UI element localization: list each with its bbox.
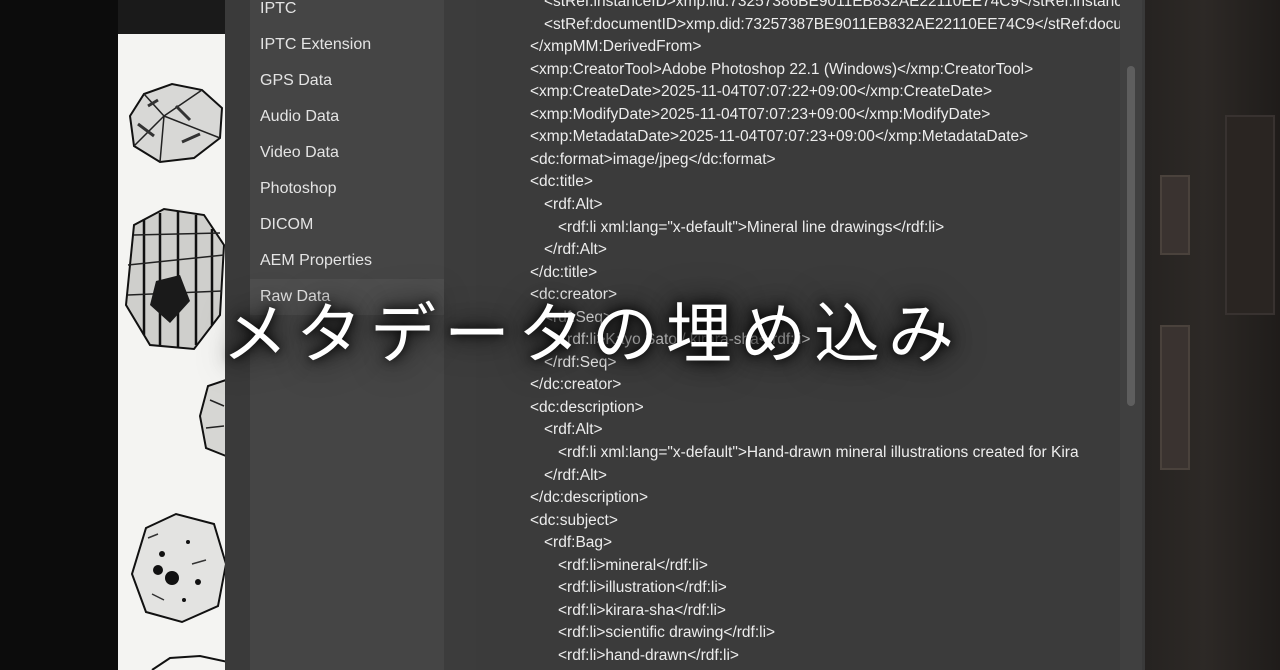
scrollbar-thumb[interactable] <box>1127 66 1135 406</box>
overlay-caption: メタデータの埋め込み <box>222 296 962 373</box>
xml-line: <rdf:li>hand-drawn</rdf:li> <box>558 646 739 664</box>
background-picture-frame <box>1160 175 1190 255</box>
sheet-shadow <box>118 0 230 34</box>
sidebar-item-audio-data[interactable]: Audio Data <box>250 99 444 135</box>
sidebar-item-iptc-extension[interactable]: IPTC Extension <box>250 27 444 63</box>
xml-line: </rdf:Alt> <box>544 241 607 259</box>
xml-line: </dc:title> <box>530 263 598 281</box>
xml-line: <rdf:li>scientific drawing</rdf:li> <box>558 624 776 642</box>
sidebar-item-iptc[interactable]: IPTC <box>250 0 444 27</box>
xml-line: <rdf:li>mineral</rdf:li> <box>558 556 708 574</box>
xml-line: </dc:description> <box>530 489 649 507</box>
xml-line: <stRef:instanceID>xmp.iid:73257386BE9011… <box>544 0 1120 10</box>
mineral-drawing-1 <box>128 82 224 164</box>
mineral-drawing-2 <box>124 207 226 351</box>
sidebar-item-photoshop[interactable]: Photoshop <box>250 171 444 207</box>
xml-line: <dc:subject> <box>530 511 618 529</box>
xml-line: <rdf:li>kirara-sha</rdf:li> <box>558 601 726 619</box>
xml-line: <xmp:MetadataDate>2025-11-04T07:07:23+09… <box>530 128 1029 146</box>
xml-line: <xmp:CreateDate>2025-11-04T07:07:22+09:0… <box>530 83 992 101</box>
xml-line: <xmp:ModifyDate>2025-11-04T07:07:23+09:0… <box>530 105 991 123</box>
xml-line: <rdf:Alt> <box>544 421 603 439</box>
xml-line: </xmpMM:DerivedFrom> <box>530 38 702 56</box>
xml-line: <dc:title> <box>530 173 593 191</box>
background-picture-frame <box>1160 325 1190 470</box>
xml-line: <rdf:li>illustration</rdf:li> <box>558 579 727 597</box>
background-picture-frame <box>1225 115 1275 315</box>
xml-line: <xmp:CreatorTool>Adobe Photoshop 22.1 (W… <box>530 60 1034 78</box>
xml-line: <stRef:documentID>xmp.did:73257387BE9011… <box>544 15 1120 33</box>
sidebar-item-dicom[interactable]: DICOM <box>250 207 444 243</box>
xml-line: <dc:description> <box>530 398 644 416</box>
sidebar-item-aem-properties[interactable]: AEM Properties <box>250 243 444 279</box>
xml-line: <rdf:Alt> <box>544 195 603 213</box>
mineral-drawing-4 <box>130 512 228 624</box>
sidebar-item-video-data[interactable]: Video Data <box>250 135 444 171</box>
sidebar-item-gps-data[interactable]: GPS Data <box>250 63 444 99</box>
xml-line: <rdf:li xml:lang="x-default">Mineral lin… <box>558 218 945 236</box>
xml-line: <rdf:li xml:lang="x-default">Hand-drawn … <box>558 444 1079 461</box>
mineral-drawing-5 <box>151 654 228 670</box>
xml-line: <dc:format>image/jpeg</dc:format> <box>530 150 776 168</box>
xml-line: <rdf:Bag> <box>544 534 613 552</box>
xml-line: </rdf:Alt> <box>544 466 607 484</box>
mineral-drawing-3 <box>198 379 227 457</box>
